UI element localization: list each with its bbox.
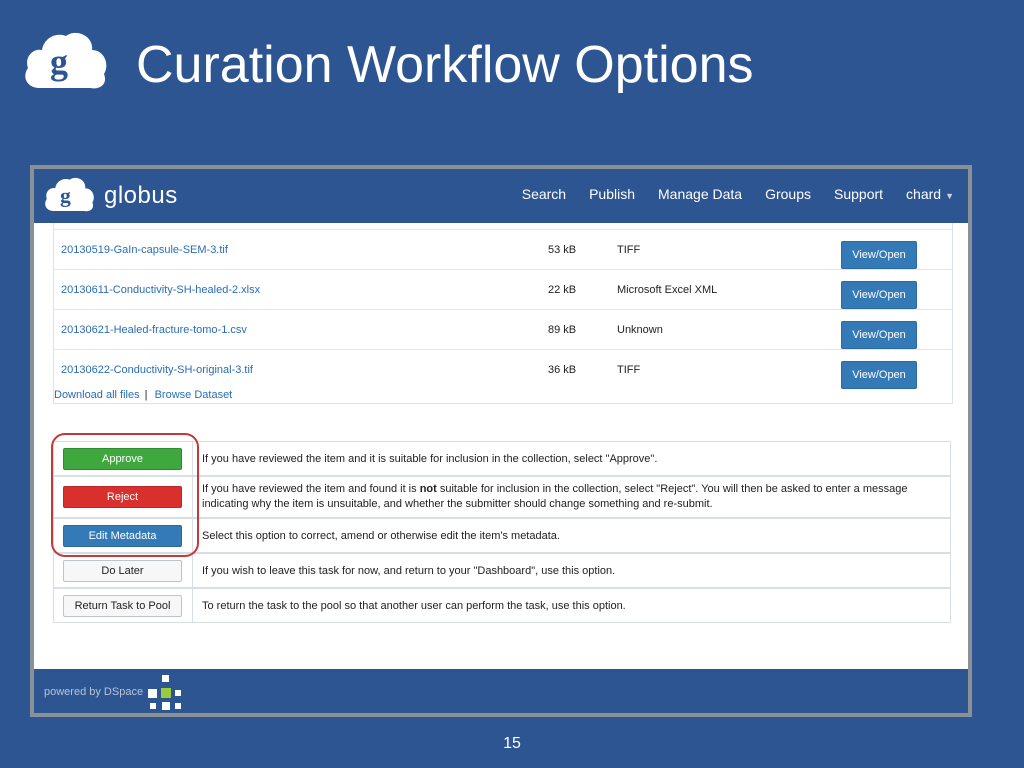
edit-metadata-button[interactable]: Edit Metadata [63, 525, 182, 547]
do-later-description: If you wish to leave this task for now, … [202, 565, 616, 577]
workflow-button-cell: Approve [54, 442, 193, 475]
file-name-link[interactable]: 20130611-Conductivity-SH-healed-2.xlsx [61, 284, 260, 296]
svg-text:g: g [60, 184, 71, 208]
brand-name: globus [104, 182, 178, 209]
file-row: 20130519-GaIn-capsule-SEM-3.tif 53 kB TI… [54, 229, 952, 270]
file-row: 20130621-Healed-fracture-tomo-1.csv 89 k… [54, 309, 952, 350]
reject-description: If you have reviewed the item and found … [202, 482, 920, 512]
approve-button[interactable]: Approve [63, 448, 182, 470]
file-size: 89 kB [548, 324, 577, 336]
approve-description: If you have reviewed the item and it is … [202, 453, 658, 465]
download-all-link[interactable]: Download all files [54, 389, 140, 401]
navbar: g globus Search Publish Manage Data Grou… [34, 169, 968, 223]
globus-cloud-logo-icon: g [25, 32, 107, 89]
view-open-button[interactable]: View/Open [841, 241, 917, 269]
view-open-button[interactable]: View/Open [841, 281, 917, 309]
reject-desc-before: If you have reviewed the item and found … [202, 483, 420, 495]
nav-publish[interactable]: Publish [589, 186, 635, 202]
dspace-logo-icon [148, 675, 181, 710]
file-size: 22 kB [548, 284, 577, 296]
file-size: 53 kB [548, 244, 577, 256]
workflow-row-return-to-pool: Return Task to Pool To return the task t… [53, 588, 951, 623]
do-later-button[interactable]: Do Later [63, 560, 182, 582]
browse-dataset-link[interactable]: Browse Dataset [155, 389, 233, 401]
caret-down-icon: ▼ [945, 191, 954, 201]
file-size: 36 kB [548, 364, 577, 376]
file-links: Download all files | Browse Dataset [54, 389, 232, 401]
nav-groups[interactable]: Groups [765, 186, 811, 202]
slide-title: Curation Workflow Options [136, 36, 754, 94]
globus-logo-icon: g [45, 177, 94, 212]
nav-support[interactable]: Support [834, 186, 883, 202]
edit-metadata-description: Select this option to correct, amend or … [202, 530, 560, 542]
workflow-button-cell: Do Later [54, 554, 193, 587]
return-to-pool-button[interactable]: Return Task to Pool [63, 595, 182, 617]
link-separator: | [144, 389, 148, 401]
brand[interactable]: g globus [42, 175, 178, 217]
file-name-link[interactable]: 20130519-GaIn-capsule-SEM-3.tif [61, 244, 228, 256]
user-menu[interactable]: chard ▼ [906, 186, 954, 202]
file-list: 20130519-GaIn-capsule-SEM-3.tif 53 kB TI… [53, 223, 953, 404]
workflow-button-cell: Edit Metadata [54, 519, 193, 552]
workflow-row-do-later: Do Later If you wish to leave this task … [53, 553, 951, 588]
reject-button[interactable]: Reject [63, 486, 182, 508]
file-type: Unknown [617, 324, 663, 336]
file-row: 20130622-Conductivity-SH-original-3.tif … [54, 349, 952, 390]
file-name-link[interactable]: 20130622-Conductivity-SH-original-3.tif [61, 364, 253, 376]
app-screenshot-frame: g globus Search Publish Manage Data Grou… [30, 165, 972, 717]
user-name: chard [906, 186, 942, 202]
reject-desc-bold: not [419, 483, 437, 495]
app-footer: powered by DSpace [34, 669, 968, 713]
nav-manage-data[interactable]: Manage Data [658, 186, 742, 202]
nav-search[interactable]: Search [522, 186, 566, 202]
file-type: TIFF [617, 244, 641, 256]
workflow-button-cell: Return Task to Pool [54, 589, 193, 622]
file-name-link[interactable]: 20130621-Healed-fracture-tomo-1.csv [61, 324, 247, 336]
file-row: 20130611-Conductivity-SH-healed-2.xlsx 2… [54, 269, 952, 310]
workflow-button-cell: Reject [54, 477, 193, 517]
svg-text:g: g [50, 42, 68, 82]
return-to-pool-description: To return the task to the pool so that a… [202, 600, 626, 612]
file-type: TIFF [617, 364, 641, 376]
slide-page-number: 15 [503, 735, 521, 752]
file-type: Microsoft Excel XML [617, 284, 718, 296]
view-open-button[interactable]: View/Open [841, 361, 917, 389]
powered-by-text: powered by DSpace [44, 686, 144, 698]
nav-links: Search Publish Manage Data Groups Suppor… [499, 169, 954, 219]
workflow-row-reject: Reject If you have reviewed the item and… [53, 476, 951, 518]
view-open-button[interactable]: View/Open [841, 321, 917, 349]
workflow-row-edit-metadata: Edit Metadata Select this option to corr… [53, 518, 951, 553]
workflow-row-approve: Approve If you have reviewed the item an… [53, 441, 951, 476]
